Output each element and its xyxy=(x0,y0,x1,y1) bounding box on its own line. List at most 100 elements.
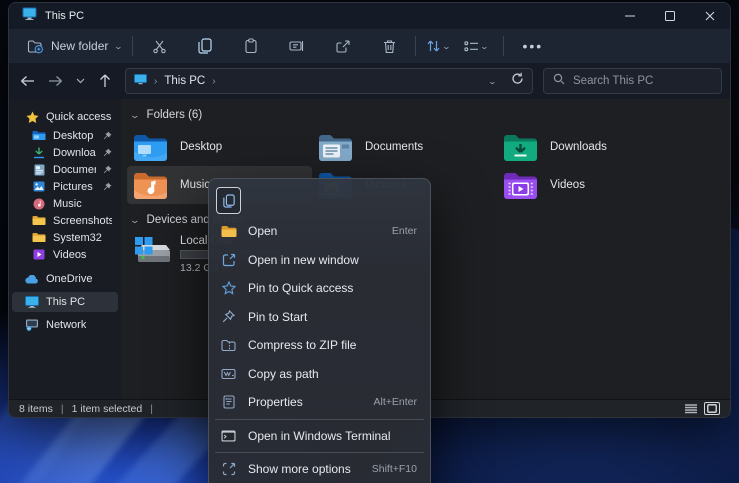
address-bar: › This PC › ⌄ xyxy=(9,63,730,99)
folder-icon xyxy=(32,232,46,243)
sidebar-item-pictures[interactable]: Pictures xyxy=(12,178,118,195)
rename-button[interactable] xyxy=(281,32,313,60)
pin-icon xyxy=(220,310,237,323)
section-folders-header[interactable]: ⌄ Folders (6) xyxy=(127,105,730,125)
pin-icon xyxy=(103,131,112,140)
menu-item-copy-as-path[interactable]: Copy as path xyxy=(213,360,426,389)
desktop-folder-icon xyxy=(132,132,169,163)
open-folder-icon xyxy=(220,225,237,238)
maximize-button[interactable] xyxy=(650,3,690,29)
computer-icon xyxy=(25,296,39,308)
copy-button[interactable] xyxy=(189,32,221,60)
new-folder-button[interactable]: New folder ⌄ xyxy=(27,39,122,54)
sort-button[interactable]: ⌄ xyxy=(426,39,450,53)
up-button[interactable] xyxy=(93,68,117,94)
copy-icon-button[interactable] xyxy=(216,187,241,214)
menu-separator xyxy=(215,452,424,453)
collapse-chevron-icon[interactable]: ⌄ xyxy=(129,215,140,226)
share-button[interactable] xyxy=(327,32,359,60)
menu-item-compress-to-zip[interactable]: Compress to ZIP file xyxy=(213,331,426,360)
videos-folder-icon xyxy=(502,170,539,201)
back-button[interactable] xyxy=(15,68,39,94)
delete-button[interactable] xyxy=(373,32,405,60)
this-pc-icon xyxy=(22,7,37,25)
breadcrumb-path[interactable]: This PC xyxy=(164,75,205,87)
folder-icon xyxy=(32,215,46,226)
tile-downloads[interactable]: Downloads xyxy=(497,128,682,166)
items-count: 8 items xyxy=(19,403,53,415)
details-view-button[interactable] xyxy=(683,402,699,415)
properties-icon xyxy=(220,395,237,409)
forward-button[interactable] xyxy=(43,68,67,94)
download-icon xyxy=(32,147,46,159)
downloads-folder-icon xyxy=(502,132,539,163)
minimize-button[interactable] xyxy=(610,3,650,29)
menu-item-open[interactable]: Open Enter xyxy=(213,217,426,246)
show-more-icon xyxy=(220,462,237,476)
toolbar-divider xyxy=(503,36,504,56)
menu-item-open-in-new-window[interactable]: Open in new window xyxy=(213,246,426,275)
menu-item-open-in-windows-terminal[interactable]: Open in Windows Terminal xyxy=(213,422,426,451)
local-disk-icon xyxy=(132,234,172,272)
sidebar-item-system32[interactable]: System32 xyxy=(12,229,118,246)
collapse-chevron-icon[interactable]: ⌄ xyxy=(129,110,140,121)
shortcut-hint: Shift+F10 xyxy=(372,463,417,475)
command-bar: New folder ⌄ xyxy=(9,29,730,63)
chevron-down-icon: ⌄ xyxy=(114,42,123,51)
pin-icon xyxy=(103,182,112,191)
sidebar-item-desktop[interactable]: Desktop xyxy=(12,127,118,144)
paste-button[interactable] xyxy=(235,32,267,60)
menu-separator xyxy=(215,419,424,420)
network-icon xyxy=(25,319,39,331)
music-icon xyxy=(32,198,46,210)
toolbar-divider xyxy=(415,36,416,56)
chevron-down-icon: ⌄ xyxy=(479,42,488,51)
cloud-icon xyxy=(25,275,39,284)
close-button[interactable] xyxy=(690,3,730,29)
tile-documents[interactable]: Documents xyxy=(312,128,497,166)
chevron-down-icon: ⌄ xyxy=(442,42,451,51)
sidebar-item-screenshots[interactable]: Screenshots xyxy=(12,212,118,229)
sidebar-item-onedrive[interactable]: OneDrive xyxy=(12,269,118,289)
context-menu: Open Enter Open in new window Pin to Qui… xyxy=(208,178,431,483)
search-input[interactable] xyxy=(573,75,712,87)
pin-icon xyxy=(103,165,112,174)
recent-locations-button[interactable] xyxy=(71,68,89,94)
document-icon xyxy=(32,164,46,176)
refresh-icon[interactable] xyxy=(511,72,524,90)
address-dropdown-icon[interactable]: ⌄ xyxy=(488,77,497,86)
breadcrumb[interactable]: › This PC › ⌄ xyxy=(125,68,533,94)
navigation-pane: Quick access Desktop Downloads Documents xyxy=(9,99,121,399)
sidebar-item-quick-access[interactable]: Quick access xyxy=(12,107,118,127)
tile-desktop[interactable]: Desktop xyxy=(127,128,312,166)
picture-icon xyxy=(32,181,46,192)
zip-folder-icon xyxy=(220,339,237,352)
star-icon xyxy=(25,111,39,124)
search-icon xyxy=(553,72,565,90)
see-more-button[interactable]: ••• xyxy=(514,38,551,54)
menu-item-show-more-options[interactable]: Show more options Shift+F10 xyxy=(213,455,426,483)
titlebar[interactable]: This PC xyxy=(9,3,730,29)
sidebar-item-videos[interactable]: Videos xyxy=(12,246,118,263)
documents-folder-icon xyxy=(317,132,354,163)
sidebar-item-documents[interactable]: Documents xyxy=(12,161,118,178)
thumbnail-view-button[interactable] xyxy=(704,402,720,415)
sidebar-item-network[interactable]: Network xyxy=(12,315,118,335)
selected-count: 1 item selected xyxy=(72,403,143,415)
copy-path-icon xyxy=(220,368,237,380)
sidebar-item-music[interactable]: Music xyxy=(12,195,118,212)
terminal-icon xyxy=(220,430,237,442)
menu-item-properties[interactable]: Properties Alt+Enter xyxy=(213,388,426,417)
menu-item-pin-to-quick-access[interactable]: Pin to Quick access xyxy=(213,274,426,303)
sidebar-item-this-pc[interactable]: This PC xyxy=(12,292,118,312)
shortcut-hint: Alt+Enter xyxy=(374,396,417,408)
context-menu-icon-strip xyxy=(213,184,426,217)
menu-item-pin-to-start[interactable]: Pin to Start xyxy=(213,303,426,332)
cut-button[interactable] xyxy=(143,32,175,60)
tile-videos[interactable]: Videos xyxy=(497,166,682,204)
view-button[interactable]: ⌄ xyxy=(464,40,488,53)
search-box[interactable] xyxy=(543,68,722,94)
music-folder-icon xyxy=(132,170,169,201)
breadcrumb-separator: › xyxy=(154,76,157,87)
sidebar-item-downloads[interactable]: Downloads xyxy=(12,144,118,161)
